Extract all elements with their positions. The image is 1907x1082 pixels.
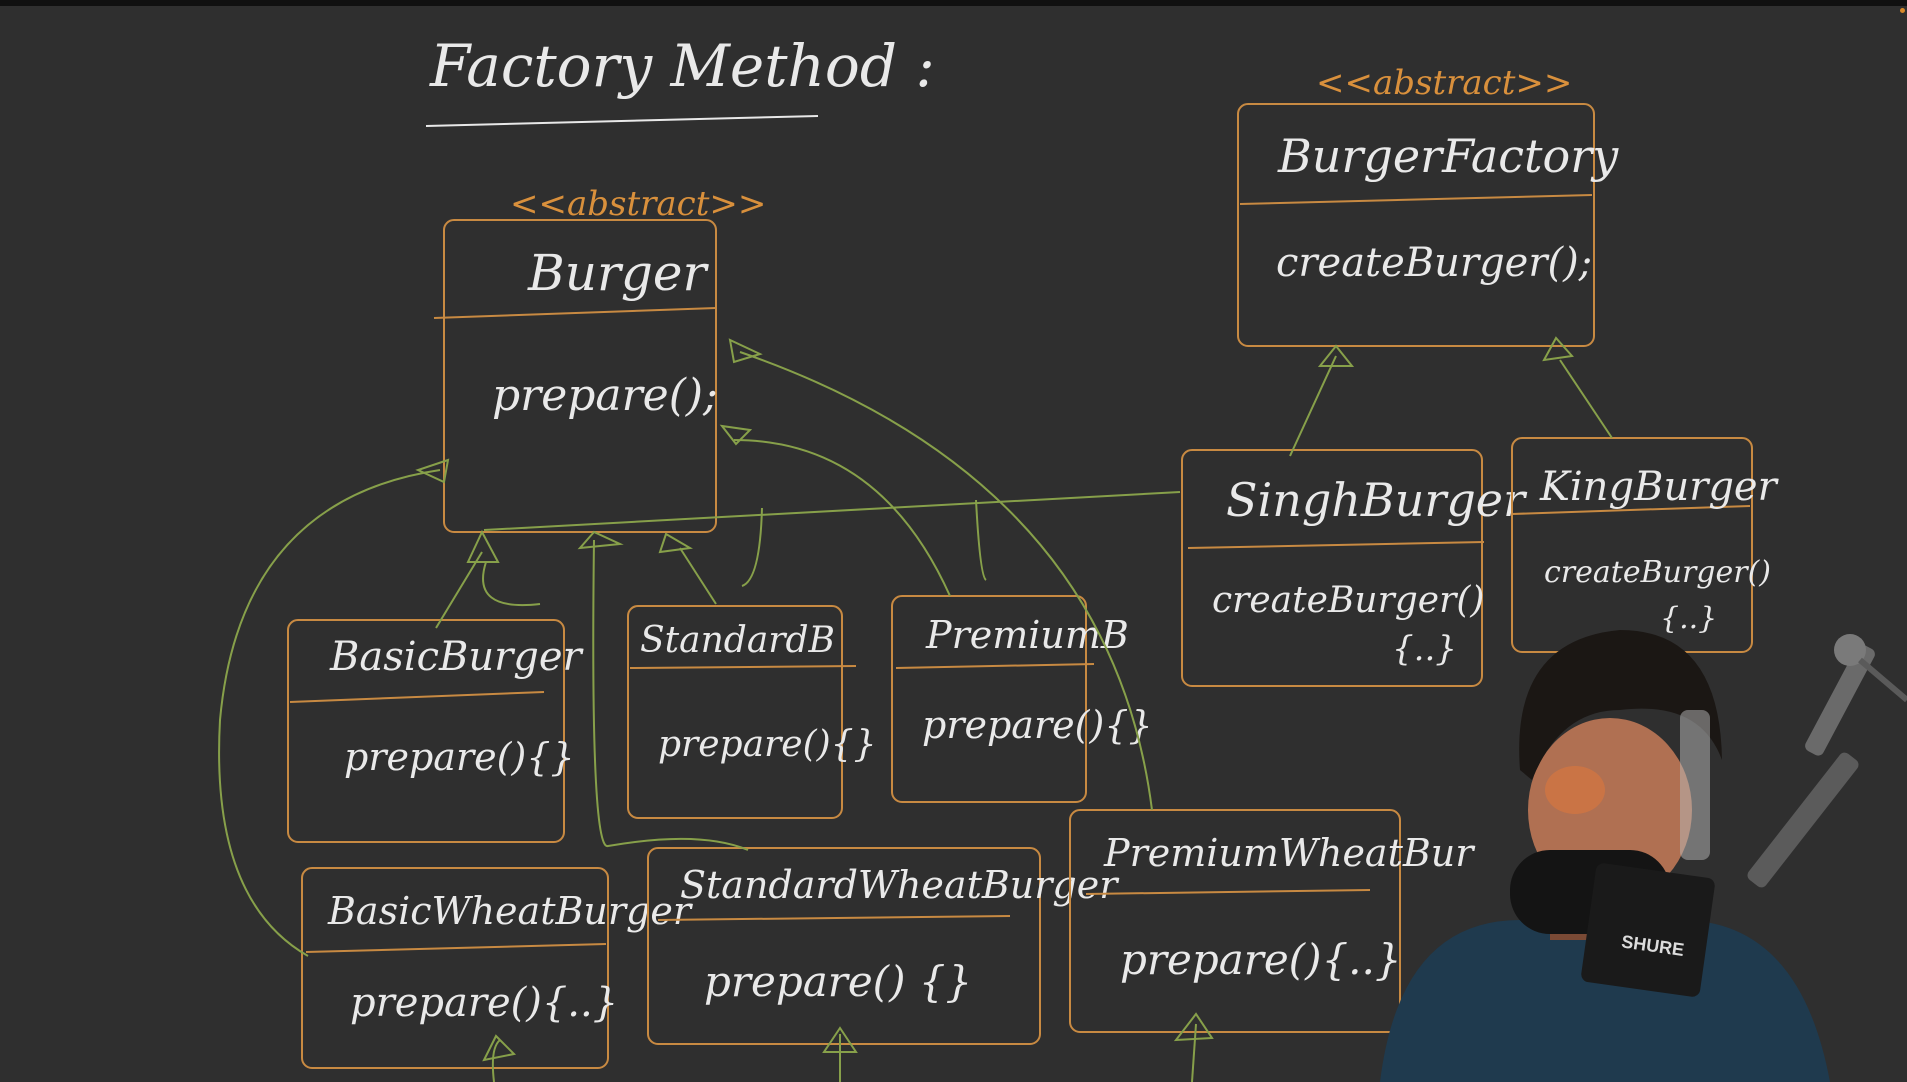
arrow-standard-to-burger (679, 547, 717, 605)
arrowhead-icon (658, 532, 694, 554)
class-name: KingBurger (1539, 464, 1780, 510)
chair-back (1680, 710, 1710, 860)
class-divider (289, 691, 545, 703)
arrowhead-icon (1542, 336, 1574, 362)
arrow-basic-to-burger (435, 551, 483, 629)
arrow-premium-to-burger (733, 439, 951, 597)
stereotype-label: <<abstract>> (1316, 63, 1572, 103)
arrow-standardwheat-to-burger (592, 539, 749, 851)
arrowhead-icon (728, 338, 763, 364)
class-divider (1085, 889, 1371, 895)
class-standard-burger: StandardB prepare(){} (627, 605, 876, 819)
class-divider (305, 943, 607, 953)
class-method: prepare(); (492, 370, 718, 421)
arrowhead-icon (719, 424, 753, 446)
class-method: prepare(){} (344, 735, 575, 779)
arrow-basicwheat-to-burger (218, 469, 441, 957)
class-divider (1187, 541, 1485, 549)
class-divider (895, 663, 1095, 669)
class-method: prepare(){..} (350, 980, 618, 1026)
arrowhead-icon (577, 530, 624, 550)
arrowhead-icon (482, 1034, 517, 1062)
arrow-hook (975, 499, 987, 581)
class-method: prepare(){} (658, 724, 876, 765)
class-standard-wheat-burger: StandardWheatBurger prepare() {} (647, 847, 1120, 1045)
arrow-hook (741, 507, 763, 587)
arrow-king-to-factory (1559, 359, 1613, 439)
class-name: BurgerFactory (1277, 129, 1619, 183)
class-premium-burger: PremiumB prepare(){} (891, 595, 1153, 803)
arrowhead-icon (466, 529, 500, 563)
association-line (483, 491, 1181, 531)
arrowhead-icon (1173, 1012, 1214, 1042)
stereotype-label: <<abstract>> (510, 184, 766, 224)
class-name: PremiumB (925, 613, 1129, 657)
class-basic-burger: BasicBurger prepare(){} (287, 619, 585, 843)
class-method: createBurger(); (1276, 240, 1592, 286)
class-name: SinghBurger (1226, 473, 1528, 527)
class-method: prepare() {} (704, 957, 972, 1006)
arrow-hook (482, 561, 541, 606)
title-underline (425, 115, 819, 127)
class-burger-factory: <<abstract>> BurgerFactory createBurger(… (1237, 63, 1619, 347)
class-method: createBurger() (1544, 555, 1771, 590)
class-name: Burger (527, 244, 709, 302)
class-method: createBurger() (1212, 580, 1484, 621)
class-name: BasicBurger (329, 634, 585, 680)
class-method: prepare(){} (922, 703, 1153, 747)
arrow-singh-to-factory (1289, 355, 1337, 457)
class-name: StandardB (640, 620, 835, 661)
presenter-webcam: SHURE (1380, 630, 1907, 1082)
arrow-partial (491, 1039, 501, 1082)
class-name: StandardWheatBurger (680, 863, 1120, 907)
class-divider (657, 915, 1011, 921)
class-divider (433, 307, 717, 319)
class-divider (629, 665, 857, 669)
page-title: Factory Method : (429, 32, 935, 100)
class-name: BasicWheatBurger (327, 889, 694, 933)
class-burger: <<abstract>> Burger prepare(); (433, 184, 766, 533)
class-divider (1239, 194, 1593, 205)
mic-arm-icon (1747, 634, 1907, 888)
